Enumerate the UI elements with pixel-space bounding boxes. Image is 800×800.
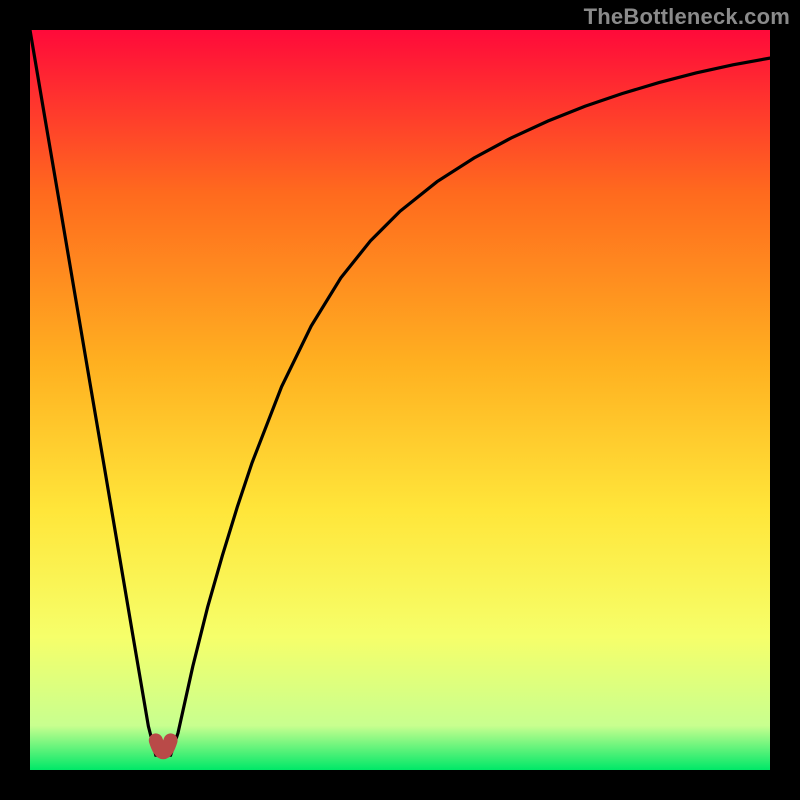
chart-frame: TheBottleneck.com [0,0,800,800]
bottleneck-plot [30,30,770,770]
curve-trough-marker [156,740,171,752]
watermark-text: TheBottleneck.com [584,4,790,30]
gradient-background [30,30,770,770]
